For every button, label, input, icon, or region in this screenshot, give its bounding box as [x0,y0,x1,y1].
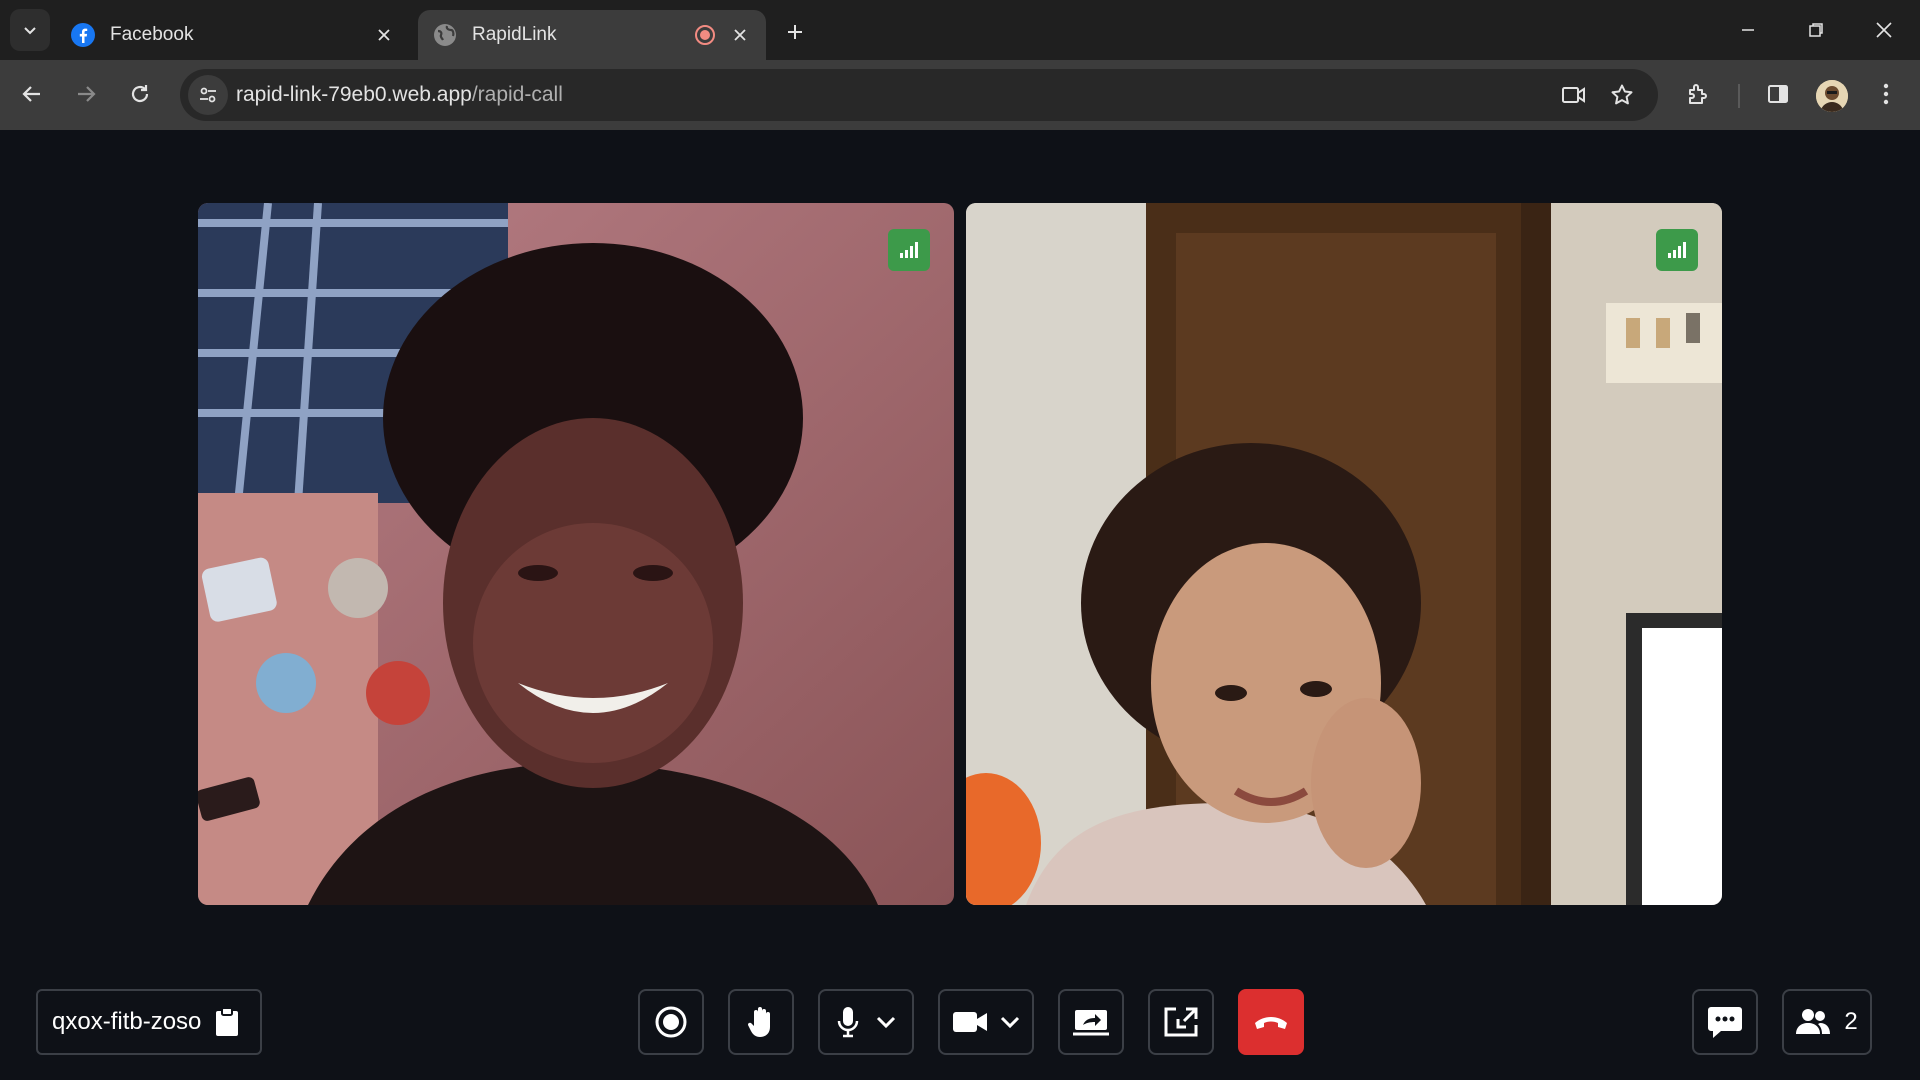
video-tile-participant-2[interactable] [966,203,1722,905]
chevron-down-icon[interactable] [1000,1015,1020,1029]
close-icon [1876,22,1892,38]
tab-search-button[interactable] [10,9,50,51]
raise-hand-button[interactable] [728,989,794,1055]
globe-icon [434,24,456,46]
more-vertical-icon [1883,83,1889,105]
tab-title: Facebook [110,24,194,45]
meeting-code-box[interactable]: qxox-fitb-zoso [36,989,262,1055]
video-camera-icon [953,1012,987,1032]
end-call-button[interactable] [1238,989,1304,1055]
reload-icon [131,85,149,103]
chat-icon [1708,1007,1742,1038]
recording-indicator-icon [695,25,715,45]
minimize-button[interactable] [1720,8,1776,52]
restore-button[interactable] [1788,8,1844,52]
call-stage: qxox-fitb-zoso 2 [0,130,1920,1080]
minimize-icon [1742,29,1754,31]
forward-button[interactable] [66,74,106,114]
participants-button[interactable]: 2 [1782,989,1872,1055]
reload-button[interactable] [120,74,160,114]
screen-share-icon [1073,1010,1109,1036]
tab-facebook[interactable]: Facebook [56,10,410,60]
signal-bars-icon [900,242,918,258]
chat-button[interactable] [1692,989,1758,1055]
address-bar[interactable]: rapid-link-79eb0.web.app/rapid-call [180,69,1658,121]
puzzle-icon [1689,84,1707,104]
signal-bars-icon [1668,242,1686,258]
browser-menu-button[interactable] [1866,74,1906,114]
arrow-left-icon [22,86,40,102]
connection-quality-badge [888,229,930,271]
avatar-image [1816,80,1848,112]
connection-quality-badge [1656,229,1698,271]
camera-button[interactable] [938,989,1034,1055]
toolbar-divider [1738,84,1740,108]
hang-up-icon [1255,1017,1287,1029]
close-icon[interactable] [372,23,396,47]
record-icon [655,1006,687,1038]
side-panel-icon [1768,85,1788,103]
chevron-down-icon [24,27,36,35]
extensions-button[interactable] [1678,74,1718,114]
bookmark-star-icon[interactable] [1606,79,1638,111]
people-icon [1796,1009,1831,1034]
share-screen-button[interactable] [1058,989,1124,1055]
url-host: rapid-link-79eb0.web.app [236,83,472,106]
picture-in-picture-button[interactable] [1148,989,1214,1055]
arrow-right-icon [78,86,96,102]
microphone-button[interactable] [818,989,914,1055]
clipboard-icon[interactable] [215,1007,239,1037]
participant-video [198,203,954,905]
restore-icon [1809,23,1823,37]
tab-title: RapidLink [472,24,557,45]
close-window-button[interactable] [1856,8,1912,52]
record-button[interactable] [638,989,704,1055]
close-icon[interactable] [728,23,752,47]
camera-in-use-icon[interactable] [1558,79,1590,111]
side-panel-button[interactable] [1758,74,1798,114]
tune-icon [200,87,216,103]
site-info-button[interactable] [188,75,228,115]
hand-icon [747,1007,770,1037]
microphone-icon [837,1007,859,1038]
browser-toolbar: rapid-link-79eb0.web.app/rapid-call [0,60,1920,130]
chevron-down-icon[interactable] [876,1015,896,1029]
facebook-icon [71,23,95,47]
plus-icon [788,25,802,39]
url-path: /rapid-call [471,83,563,106]
profile-avatar[interactable] [1816,80,1848,112]
new-tab-button[interactable] [778,15,812,49]
tab-strip: Facebook RapidLink [0,0,1920,60]
participant-video [966,203,1722,905]
url-text[interactable]: rapid-link-79eb0.web.app/rapid-call [236,83,563,107]
tab-rapidlink[interactable]: RapidLink [418,10,766,60]
video-tile-participant-1[interactable] [198,203,954,905]
back-button[interactable] [12,74,52,114]
picture-in-picture-icon [1164,1007,1198,1037]
participants-count: 2 [1844,1008,1858,1035]
meeting-code: qxox-fitb-zoso [52,1008,202,1035]
